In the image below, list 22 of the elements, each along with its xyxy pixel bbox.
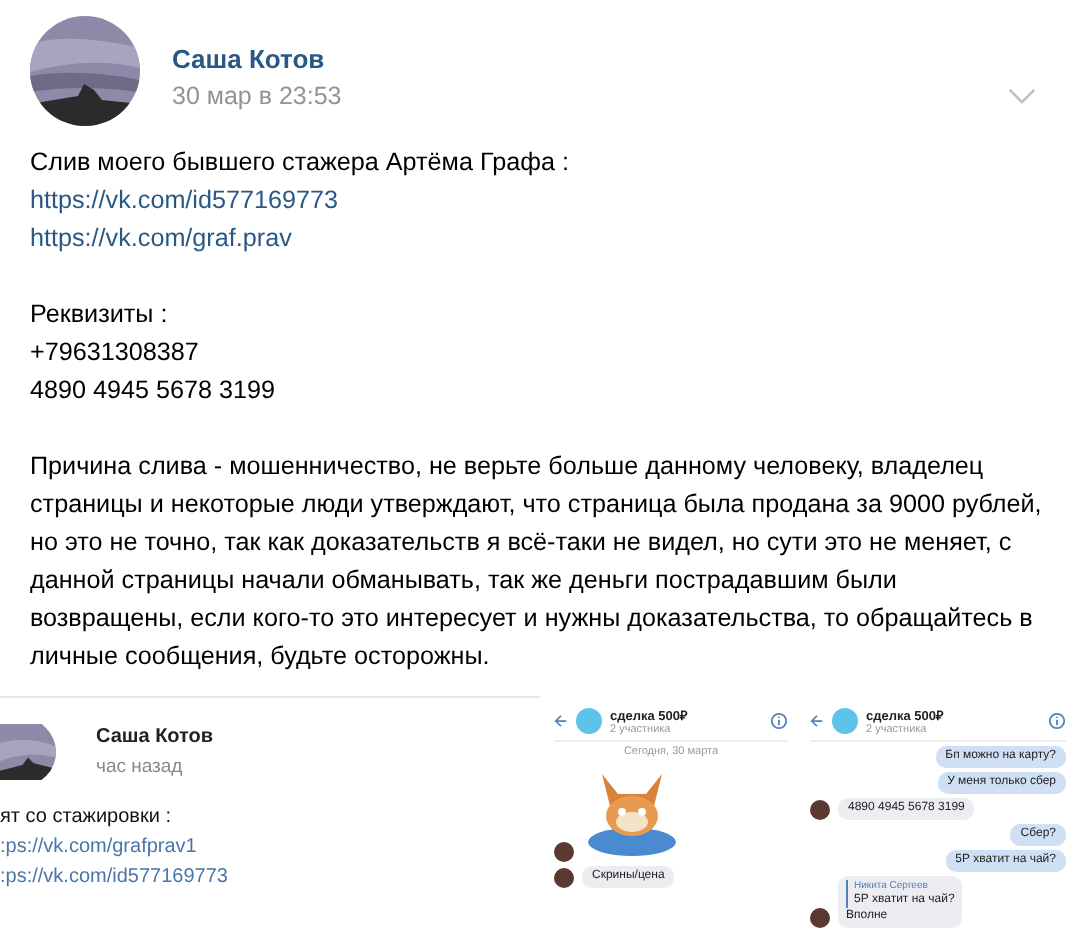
back-arrow-icon (554, 714, 568, 728)
info-icon (770, 712, 788, 730)
sender-avatar (810, 800, 830, 820)
post-text: +79631308387 (30, 336, 199, 370)
post-link[interactable]: https://vk.com/graf.prav (30, 220, 292, 258)
post-text: 4890 4945 5678 3199 (30, 374, 276, 408)
post-link[interactable]: https://vk.com/id577169773 (30, 182, 339, 220)
author-name: Саша Котов (96, 726, 214, 748)
post-text: ят со стажировки : (0, 804, 171, 832)
post-link: :ps://vk.com/grafprav1 (0, 834, 197, 862)
post-link: :ps://vk.com/id577169773 (0, 864, 228, 892)
chat-avatar (576, 708, 602, 734)
post-text: Причина слива - мошенничество, не верьте больше данному человеку, владелец страницы и некоторые люди утверждают, что страница была продана за 9000 рублей, но это не точно, так как доказательств я всё-таки не видел, но сути это не меняет, с данной страницы начали обманывать, так же деньги пострадавшим были возвращены, если кого-то это интересует и нужны доказательства, то обращайтесь в личные сообщения, будьте осторожны. (30, 450, 1044, 674)
info-icon (1048, 712, 1066, 730)
sender-avatar (810, 908, 830, 928)
author-name[interactable]: Саша Котов (172, 44, 1008, 74)
post-text: Реквизиты : (30, 298, 168, 332)
back-arrow-icon (810, 714, 824, 728)
post-time: час назад (96, 756, 185, 778)
post-screenshot[interactable]: Саша Котов час назад ят со стажировки : :ps://vk.com/grafprav1 :ps://vk.com/id577169773 (0, 696, 540, 940)
post-text: Слив моего бывшего стажера Артёма Графа : (30, 146, 569, 180)
chat-avatar (832, 708, 858, 734)
